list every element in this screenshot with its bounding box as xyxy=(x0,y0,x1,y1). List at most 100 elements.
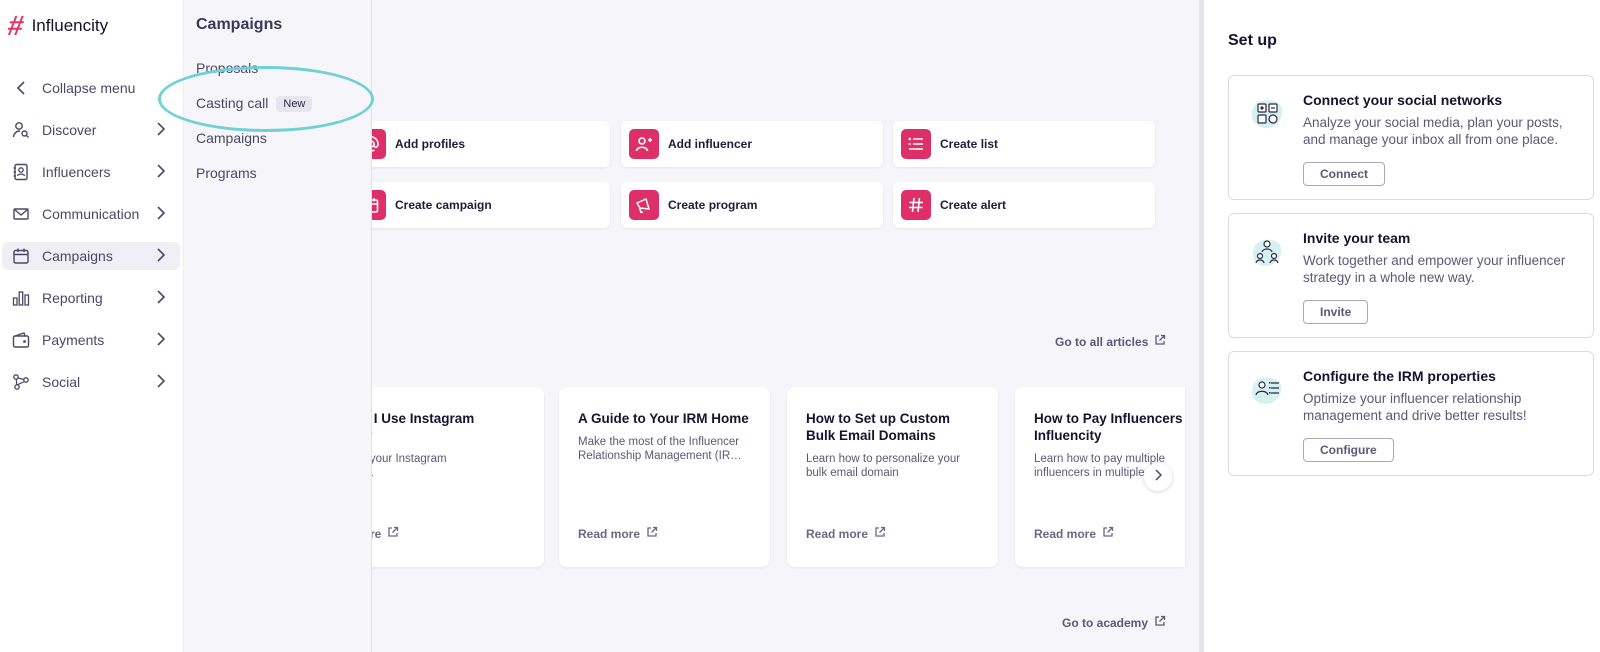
chevron-right-icon xyxy=(156,373,166,392)
at-sign-icon xyxy=(372,129,386,159)
go-to-all-articles-label: Go to all articles xyxy=(1055,334,1149,349)
submenu-title: Campaigns xyxy=(196,16,283,33)
submenu-item-proposals[interactable]: Proposals xyxy=(196,60,258,76)
article-card[interactable]: How to Set up Custom Bulk Email Domains … xyxy=(787,387,998,567)
card-description: Optimize your influencer relationship ma… xyxy=(1303,391,1527,423)
brand[interactable]: # Influencity xyxy=(5,10,108,41)
bar-chart-icon xyxy=(12,289,30,307)
card-title: Connect your social networks xyxy=(1303,92,1503,108)
article-title: How to Set up Custom Bulk Email Domains xyxy=(806,411,950,443)
megaphone-icon xyxy=(629,190,659,220)
contacts-icon xyxy=(12,163,30,181)
external-link-icon xyxy=(874,526,886,541)
read-more-link[interactable]: Read more xyxy=(578,526,658,541)
calendar-icon xyxy=(12,247,30,265)
campaigns-submenu: Campaigns Proposals Casting call New Camp… xyxy=(184,0,372,652)
calendar-icon xyxy=(372,190,386,220)
card-title: Configure the IRM properties xyxy=(1303,368,1496,384)
connect-button[interactable]: Connect xyxy=(1303,162,1385,186)
wallet-icon xyxy=(12,331,30,349)
nav-item-communication[interactable]: Communication xyxy=(2,200,180,228)
main-content: Add profiles Add influencer Create list … xyxy=(372,0,1199,652)
nav-item-campaigns[interactable]: Campaigns xyxy=(2,242,180,270)
chevron-right-icon xyxy=(156,247,166,266)
external-link-icon xyxy=(1102,526,1114,541)
nav-item-discover[interactable]: Discover xyxy=(2,116,180,144)
chevron-left-icon xyxy=(12,79,30,97)
chevron-right-icon xyxy=(1154,468,1163,486)
article-description: Make the most of the Influencer Relation… xyxy=(578,436,742,462)
read-more-label: more xyxy=(372,526,382,541)
nav-item-reporting[interactable]: Reporting xyxy=(2,284,180,312)
nav-label-discover: Discover xyxy=(42,122,97,138)
submenu-item-casting-call[interactable]: Casting call New xyxy=(196,95,313,112)
create-program-label: Create program xyxy=(668,198,758,212)
social-network-icon xyxy=(1249,96,1285,132)
collapse-menu-label: Collapse menu xyxy=(42,80,136,96)
create-alert-label: Create alert xyxy=(940,198,1007,212)
invite-button[interactable]: Invite xyxy=(1303,300,1369,324)
read-more-label: Read more xyxy=(578,526,641,541)
team-icon xyxy=(1249,234,1285,270)
mail-icon xyxy=(12,205,30,223)
chevron-right-icon xyxy=(156,121,166,140)
create-program-button[interactable]: Create program xyxy=(621,182,883,228)
create-alert-button[interactable]: Create alert xyxy=(893,182,1155,228)
user-search-icon xyxy=(12,121,30,139)
external-link-icon xyxy=(1154,615,1166,630)
nav-label-campaigns: Campaigns xyxy=(42,248,113,264)
nav-label-payments: Payments xyxy=(42,332,105,348)
nav-label-reporting: Reporting xyxy=(42,290,103,306)
nav-label-communication: Communication xyxy=(42,206,140,222)
read-more-label: Read more xyxy=(806,526,869,541)
article-card[interactable]: Do I Use Instagram rs? ize your Instagra… xyxy=(372,387,544,567)
nav-label-influencers: Influencers xyxy=(42,164,111,180)
nav-item-social[interactable]: Social xyxy=(2,368,180,396)
setup-title: Set up xyxy=(1228,32,1277,49)
add-profiles-button[interactable]: Add profiles xyxy=(372,121,610,167)
configure-button[interactable]: Configure xyxy=(1303,438,1394,462)
read-more-label: Read more xyxy=(1034,526,1097,541)
read-more-link[interactable]: Read more xyxy=(1034,526,1114,541)
carousel-next-button[interactable] xyxy=(1144,463,1172,491)
submenu-item-campaigns[interactable]: Campaigns xyxy=(196,130,267,146)
setup-card-social-networks: Connect your social networks Analyze you… xyxy=(1228,75,1594,200)
left-nav: # Influencity Collapse menu Discover Inf… xyxy=(0,0,184,652)
user-plus-icon xyxy=(629,129,659,159)
read-more-link[interactable]: more xyxy=(372,526,399,541)
chevron-right-icon xyxy=(156,331,166,350)
collapse-menu-button[interactable]: Collapse menu xyxy=(2,74,180,102)
card-description: Work together and empower your influence… xyxy=(1303,253,1566,285)
add-influencer-button[interactable]: Add influencer xyxy=(621,121,883,167)
create-campaign-button[interactable]: Create campaign xyxy=(372,182,610,228)
external-link-icon xyxy=(1154,334,1166,349)
list-icon xyxy=(901,129,931,159)
setup-panel: Set up Connect your social networks Anal… xyxy=(1204,0,1600,652)
go-to-academy-link[interactable]: Go to academy xyxy=(1062,615,1166,630)
setup-card-invite-team: Invite your team Work together and empow… xyxy=(1228,213,1594,338)
nav-item-payments[interactable]: Payments xyxy=(2,326,180,354)
submenu-item-programs[interactable]: Programs xyxy=(196,165,257,181)
article-description: ize your Instagram hes. xyxy=(372,453,447,479)
setup-card-irm-properties: Configure the IRM properties Optimize yo… xyxy=(1228,351,1594,476)
go-to-academy-label: Go to academy xyxy=(1062,615,1149,630)
add-influencer-label: Add influencer xyxy=(668,137,753,151)
article-title: How to Pay Influencers Influencity xyxy=(1034,411,1183,443)
external-link-icon xyxy=(387,526,399,541)
article-title: Do I Use Instagram rs? xyxy=(372,411,475,443)
nav-item-influencers[interactable]: Influencers xyxy=(2,158,180,186)
create-list-label: Create list xyxy=(940,137,999,151)
article-description: Learn how to personalize your bulk email… xyxy=(806,453,961,479)
create-campaign-label: Create campaign xyxy=(395,198,492,212)
new-badge: New xyxy=(276,96,313,112)
go-to-all-articles-link[interactable]: Go to all articles xyxy=(1055,334,1166,349)
hashtag-icon xyxy=(901,190,931,220)
read-more-link[interactable]: Read more xyxy=(806,526,886,541)
card-title: Invite your team xyxy=(1303,230,1411,246)
create-list-button[interactable]: Create list xyxy=(893,121,1155,167)
article-card[interactable]: A Guide to Your IRM Home Make the most o… xyxy=(559,387,770,567)
submenu-item-label: Casting call xyxy=(196,95,269,111)
article-title: A Guide to Your IRM Home xyxy=(578,411,749,426)
external-link-icon xyxy=(646,526,658,541)
chevron-right-icon xyxy=(156,205,166,224)
